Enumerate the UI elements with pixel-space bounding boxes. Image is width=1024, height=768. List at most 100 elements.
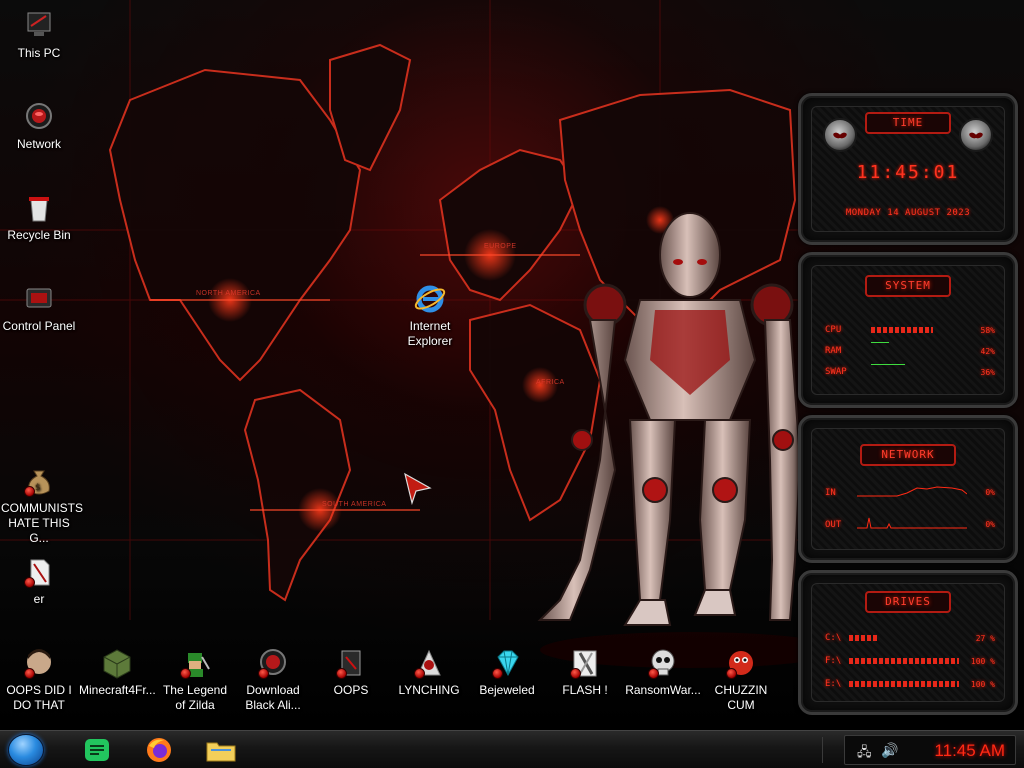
desktop-icon-download-black[interactable]: Download Black Ali... — [234, 647, 312, 713]
taskbar-clock[interactable]: 11:45 AM — [934, 741, 1005, 761]
map-label-south-america: SOUTH AMERICA — [322, 501, 387, 508]
drive-f-bar — [849, 658, 959, 664]
desktop-icon-zilda[interactable]: The Legend of Zilda — [156, 647, 234, 713]
swap-value: 36% — [980, 368, 995, 377]
file-icon — [22, 556, 56, 588]
taskbar-firefox-button[interactable] — [142, 734, 176, 766]
desktop-icon-lynching[interactable]: LYNCHING — [390, 647, 468, 698]
desktop-icon-label: FLASH ! — [562, 683, 608, 697]
gadget-clock: 11:45:01 — [856, 162, 960, 183]
drive-e-label: E:\ — [825, 679, 842, 689]
desktop-icon-label: This PC — [17, 46, 61, 60]
minecraft-icon — [100, 647, 134, 679]
drive-e-bar — [849, 681, 959, 687]
network-in-value: 0% — [985, 488, 995, 497]
swap-usage-line — [871, 364, 905, 365]
desktop-icon-label: RansomWar... — [625, 683, 701, 697]
desktop-icon-label: Internet Explorer — [407, 319, 453, 348]
this-pc-icon — [22, 10, 56, 42]
system-gadget[interactable]: SYSTEM CPU 58% RAM 42% SWAP 36% — [798, 252, 1018, 408]
ram-label: RAM — [825, 346, 842, 356]
desktop-icon-label: OOPS — [333, 683, 369, 697]
map-label-europe: EUROPE — [484, 243, 517, 250]
volume-icon[interactable]: 🔊 — [881, 742, 898, 759]
taskbar-file-explorer-button[interactable] — [204, 734, 238, 766]
desktop-icon-label: er — [33, 592, 45, 606]
face-icon — [22, 647, 56, 679]
time-gadget-title: TIME — [865, 112, 951, 134]
network-gadget-title: NETWORK — [860, 444, 956, 466]
robot-artwork — [537, 212, 840, 668]
oops-icon — [334, 647, 368, 679]
firefox-icon — [147, 738, 171, 762]
desktop-icon-chuzzin[interactable]: CHUZZIN CUM — [702, 647, 780, 713]
desktop-icon-recycle-bin[interactable]: Recycle Bin — [0, 192, 78, 243]
desktop-icon-oops[interactable]: OOPS — [312, 647, 390, 698]
control-panel-icon — [22, 283, 56, 315]
time-gadget[interactable]: TIME 11:45:01 MONDAY 14 AUGUST 2023 — [798, 93, 1018, 245]
drive-f-label: F:\ — [825, 656, 842, 666]
desktop-icon-label: Network — [16, 137, 61, 151]
lynching-icon — [412, 647, 446, 679]
network-out-graph — [857, 517, 967, 529]
taskbar-separator — [822, 737, 842, 763]
network-in-label: IN — [825, 488, 836, 498]
network-out-value: 0% — [985, 520, 995, 529]
start-orb-icon[interactable] — [8, 734, 44, 766]
desktop-icon-control-panel[interactable]: Control Panel — [0, 283, 78, 334]
desktop-icon-internet-explorer[interactable]: Internet Explorer — [391, 283, 469, 349]
cpu-usage-bar — [871, 327, 933, 333]
desktop-icon-ransomware[interactable]: RansomWar... — [624, 647, 702, 698]
desktop-icon-label: Bejeweled — [479, 683, 535, 697]
drives-gadget-title: DRIVES — [865, 591, 951, 613]
money-bag-icon: $ — [22, 465, 56, 497]
drive-f-value: 100 % — [970, 657, 995, 666]
desktop-icon-label: COMMUNISTS HATE THIS G... — [1, 501, 83, 545]
zilda-icon — [178, 647, 212, 679]
desktop-icon-bejeweled[interactable]: Bejeweled — [468, 647, 546, 698]
swap-label: SWAP — [825, 367, 847, 377]
ram-usage-line — [871, 342, 889, 343]
drive-c-bar — [849, 635, 879, 641]
desktop-icon-oops-did[interactable]: OOPS DID I DO THAT — [0, 647, 78, 713]
drive-c-label: C:\ — [825, 633, 842, 643]
desktop-icon-this-pc[interactable]: This PC — [0, 10, 78, 61]
ram-value: 42% — [980, 347, 995, 356]
skull-icon — [646, 647, 680, 679]
taskbar-notes-button[interactable] — [80, 734, 114, 766]
network-tray-icon[interactable]: 🖧 — [857, 743, 872, 765]
chuzzle-icon — [724, 647, 758, 679]
internet-explorer-icon — [413, 283, 447, 315]
alien-download-icon — [256, 647, 290, 679]
desktop-icon-label: Download Black Ali... — [245, 683, 301, 712]
recycle-bin-icon — [22, 192, 56, 224]
drives-gadget[interactable]: DRIVES C:\ 27 % F:\ 100 % E:\ 100 % — [798, 570, 1018, 715]
map-label-north-america: NORTH AMERICA — [196, 290, 261, 297]
desktop-icon-flash[interactable]: FLASH ! — [546, 647, 624, 698]
network-icon — [22, 101, 56, 133]
alien-head-icon — [959, 118, 993, 152]
gadget-date: MONDAY 14 AUGUST 2023 — [845, 208, 971, 218]
folder-icon — [206, 742, 236, 762]
cpu-label: CPU — [825, 325, 842, 335]
drive-c-value: 27 % — [975, 634, 995, 643]
alien-head-icon — [823, 118, 857, 152]
mouse-cursor — [404, 472, 432, 506]
gem-icon — [490, 647, 524, 679]
desktop-icon-label: The Legend of Zilda — [162, 683, 228, 712]
system-gadget-title: SYSTEM — [865, 275, 951, 297]
desktop-icon-network[interactable]: Network — [0, 101, 78, 152]
desktop-icon-er[interactable]: er — [0, 556, 78, 607]
system-tray: 🖧 🔊 11:45 AM — [844, 735, 1016, 765]
network-out-label: OUT — [825, 520, 842, 530]
desktop-icon-label: CHUZZIN CUM — [714, 683, 768, 712]
desktop-icon-label: OOPS DID I DO THAT — [6, 683, 72, 712]
desktop-icon-minecraft[interactable]: Minecraft4Fr... — [78, 647, 156, 698]
desktop-icon-label: Recycle Bin — [7, 228, 71, 242]
cpu-value: 58% — [980, 326, 995, 335]
desktop-icon-label: LYNCHING — [398, 683, 460, 697]
green-notes-icon — [85, 739, 109, 761]
desktop-icon-communists[interactable]: $ COMMUNISTS HATE THIS G... — [0, 465, 83, 546]
network-gadget[interactable]: NETWORK IN 0% OUT 0% — [798, 415, 1018, 563]
flash-icon — [568, 647, 602, 679]
